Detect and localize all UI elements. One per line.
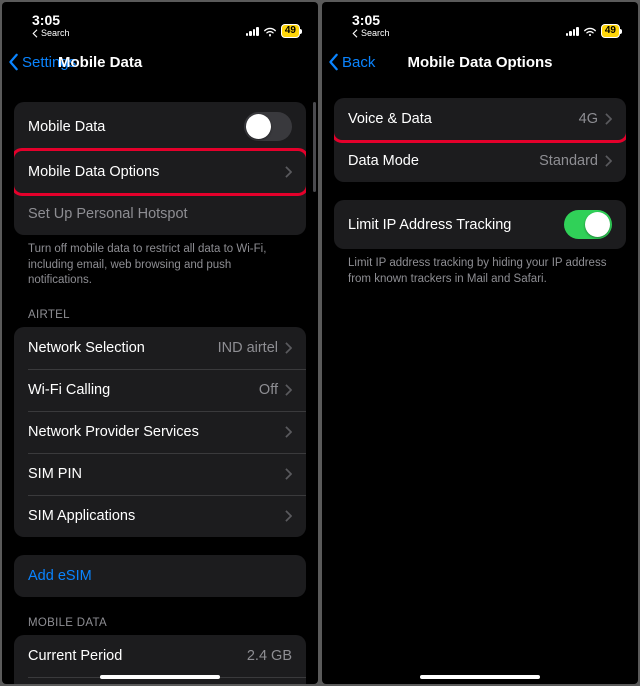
row-current-period: Current Period 2.4 GB xyxy=(14,635,306,677)
chevron-right-icon xyxy=(605,113,612,125)
row-add-esim[interactable]: Add eSIM xyxy=(14,555,306,597)
row-personal-hotspot[interactable]: Set Up Personal Hotspot xyxy=(14,193,306,235)
nav-bar: Back Mobile Data Options xyxy=(322,40,638,84)
phone-right: 3:05 Search 49 Back Mobile Data Options … xyxy=(322,2,638,684)
footer-mobile-data: Turn off mobile data to restrict all dat… xyxy=(14,235,306,289)
chevron-right-icon xyxy=(285,384,292,396)
scroll-indicator[interactable] xyxy=(313,102,316,192)
cellular-signal-icon xyxy=(246,26,259,36)
row-sim-pin[interactable]: SIM PIN xyxy=(14,453,306,495)
row-sim-applications[interactable]: SIM Applications xyxy=(14,495,306,537)
row-wifi-calling[interactable]: Wi-Fi Calling Off xyxy=(14,369,306,411)
toggle-mobile-data[interactable] xyxy=(244,112,292,141)
breadcrumb-search[interactable]: Search xyxy=(32,28,70,38)
section-header-airtel: AIRTEL xyxy=(14,289,306,327)
section-header-mobile-data: MOBILE DATA xyxy=(14,597,306,635)
status-bar: 3:05 Search 49 xyxy=(322,2,638,40)
chevron-right-icon xyxy=(285,510,292,522)
row-network-selection[interactable]: Network Selection IND airtel xyxy=(14,327,306,369)
status-bar: 3:05 Search 49 xyxy=(2,2,318,40)
cellular-signal-icon xyxy=(566,26,579,36)
wifi-icon xyxy=(583,26,597,37)
home-indicator[interactable] xyxy=(420,675,540,679)
row-data-mode[interactable]: Data Mode Standard xyxy=(334,140,626,182)
battery-indicator: 49 xyxy=(281,24,300,38)
nav-bar: Settings Mobile Data xyxy=(2,40,318,84)
row-voice-data[interactable]: Voice & Data 4G xyxy=(334,98,626,140)
toggle-limit-ip-tracking[interactable] xyxy=(564,210,612,239)
back-button[interactable]: Back xyxy=(328,53,375,71)
chevron-right-icon xyxy=(285,468,292,480)
home-indicator[interactable] xyxy=(100,675,220,679)
phone-left: 3:05 Search 49 Settings Mobile Data Mobi… xyxy=(2,2,318,684)
row-mobile-data[interactable]: Mobile Data xyxy=(14,102,306,151)
breadcrumb-search[interactable]: Search xyxy=(352,28,390,38)
highlight-voice-data: Voice & Data 4G xyxy=(334,98,626,143)
chevron-right-icon xyxy=(285,342,292,354)
row-mobile-data-options[interactable]: Mobile Data Options xyxy=(14,151,306,193)
wifi-icon xyxy=(263,26,277,37)
back-button[interactable]: Settings xyxy=(8,53,76,71)
status-time: 3:05 xyxy=(352,13,380,27)
status-time: 3:05 xyxy=(32,13,60,27)
battery-indicator: 49 xyxy=(601,24,620,38)
chevron-right-icon xyxy=(285,426,292,438)
row-provider-services[interactable]: Network Provider Services xyxy=(14,411,306,453)
chevron-right-icon xyxy=(605,155,612,167)
highlight-mobile-data-options: Mobile Data Options xyxy=(14,148,306,196)
footer-limit-tracking: Limit IP address tracking by hiding your… xyxy=(334,249,626,287)
chevron-right-icon xyxy=(285,166,292,178)
row-limit-ip-tracking[interactable]: Limit IP Address Tracking xyxy=(334,200,626,249)
